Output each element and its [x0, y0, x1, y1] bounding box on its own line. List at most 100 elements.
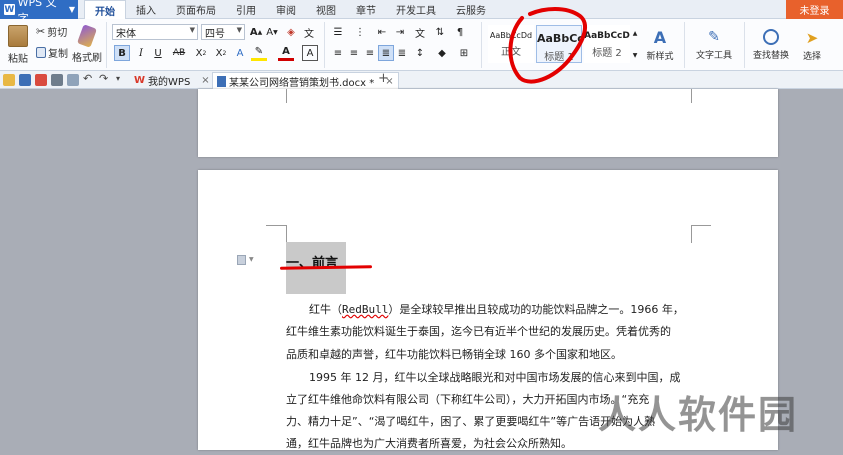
text-tools-icon: ✎: [708, 29, 720, 45]
margin-mark: [286, 225, 287, 243]
tab-home[interactable]: 开始: [84, 0, 126, 20]
font-name-value: 宋体: [116, 28, 136, 40]
sort-icon[interactable]: ⇅: [432, 24, 448, 40]
doc-tab-label: 某某公司网络营销策划书.docx *: [229, 77, 375, 89]
margin-mark: [691, 89, 692, 103]
justify-icon[interactable]: ≣: [378, 45, 394, 61]
clear-format-icon[interactable]: ◈: [283, 24, 299, 40]
underline-button[interactable]: U: [150, 45, 166, 61]
tab-developer[interactable]: 开发工具: [386, 0, 446, 19]
body-line: 通，红牛品牌也为广大消费者所喜爱，为社会公众所熟知。: [286, 437, 572, 450]
margin-mark: [286, 89, 287, 103]
close-icon[interactable]: ×: [201, 75, 209, 86]
cursor-arrow-icon: ➤: [805, 28, 819, 47]
tab-page-layout[interactable]: 页面布局: [166, 0, 226, 19]
paste-icon: [8, 25, 28, 47]
watermark: 人人软件园: [598, 393, 799, 437]
doc-tab-mywps[interactable]: W 我的WPS ×: [130, 72, 214, 89]
strikethrough-button[interactable]: AB: [168, 45, 190, 61]
line-spacing-icon[interactable]: ↕: [412, 45, 428, 61]
subscript-button[interactable]: X2: [213, 45, 229, 61]
divider: [684, 22, 685, 68]
customize-quickbar-icon[interactable]: ▾: [116, 74, 128, 86]
italic-button[interactable]: I: [133, 45, 149, 61]
login-button[interactable]: 未登录: [786, 0, 843, 19]
tab-insert[interactable]: 插入: [126, 0, 166, 19]
page-previous: [198, 89, 778, 157]
tab-cloud[interactable]: 云服务: [446, 0, 496, 19]
title-bar: W WPS 文字 ▼ 开始 插入 页面布局 引用 审阅 视图 章节 开发工具 云…: [0, 0, 843, 25]
cut-button[interactable]: ✂ 剪切: [36, 24, 67, 39]
new-style-button[interactable]: A 新样式: [641, 23, 679, 67]
redo-icon[interactable]: ↷: [99, 72, 111, 85]
align-left-icon[interactable]: ≡: [330, 45, 346, 61]
paragraph-handle-icon[interactable]: [237, 255, 246, 265]
tab-chapter[interactable]: 章节: [346, 0, 386, 19]
new-tab-icon[interactable]: +: [378, 71, 390, 86]
superscript-button[interactable]: X2: [193, 45, 209, 61]
divider: [744, 22, 745, 68]
tab-view[interactable]: 视图: [306, 0, 346, 19]
format-painter-button[interactable]: 格式刷: [72, 23, 102, 67]
save-icon[interactable]: [19, 74, 31, 86]
decrease-indent-icon[interactable]: ⇤: [374, 24, 390, 40]
text-run: 红牛（: [309, 303, 342, 316]
doc-tab-active[interactable]: 某某公司网络营销策划书.docx * ×: [212, 72, 399, 89]
font-size-select[interactable]: 四号 ▼: [201, 24, 245, 40]
align-center-icon[interactable]: ≡: [346, 45, 362, 61]
scissors-icon: ✂: [36, 24, 46, 38]
copy-button[interactable]: 复制: [36, 45, 68, 60]
quick-access-bar: ↶ ↷ ▾ W 我的WPS × 某某公司网络营销策划书.docx * × +: [0, 71, 843, 89]
body-line: 红牛维生素功能饮料诞生于泰国，迄今已有近半个世纪的发展历史。凭着优秀的: [286, 325, 671, 338]
select-button[interactable]: ➤ 选择: [796, 23, 828, 67]
font-effect-icon[interactable]: A: [232, 45, 248, 61]
increase-indent-icon[interactable]: ⇥: [392, 24, 408, 40]
font-name-select[interactable]: 宋体 ▼: [112, 24, 198, 40]
copy-label: 复制: [48, 48, 68, 60]
text-run: ）是全球较早推出且较成功的功能饮料品牌之一。1966 年，: [388, 303, 684, 316]
styles-more-icon[interactable]: ▼: [631, 47, 639, 63]
app-menu-button[interactable]: W WPS 文字 ▼: [0, 0, 78, 25]
text-tools-button[interactable]: ✎ 文字工具: [690, 23, 738, 67]
styles-scroll-up-icon[interactable]: ▲: [631, 25, 639, 41]
show-marks-icon[interactable]: ¶: [452, 24, 468, 40]
menu-tabs: 开始 插入 页面布局 引用 审阅 视图 章节 开发工具 云服务: [84, 0, 496, 20]
chevron-down-icon: ▼: [68, 5, 75, 14]
text-tools-label: 文字工具: [695, 51, 732, 61]
grow-font-button[interactable]: A ▲: [248, 24, 264, 40]
select-label: 选择: [802, 51, 821, 62]
distributed-icon[interactable]: ≣: [394, 45, 410, 61]
print-icon[interactable]: [51, 74, 63, 86]
magnifier-icon: [763, 29, 779, 45]
numbering-icon[interactable]: ⋮: [352, 24, 368, 40]
font-size-value: 四号: [205, 28, 225, 40]
bold-button[interactable]: B: [114, 45, 130, 61]
phonetic-guide-icon[interactable]: 文: [301, 24, 317, 40]
font-color-icon[interactable]: A: [278, 45, 294, 61]
divider: [106, 22, 107, 68]
body-line: 红牛（RedBull）是全球较早推出且较成功的功能饮料品牌之一。1966 年，: [309, 298, 684, 321]
misspelled-word: RedBull: [342, 303, 389, 316]
new-style-icon: A: [653, 28, 667, 47]
shading-icon[interactable]: ◆: [434, 45, 450, 61]
find-replace-button[interactable]: 查找替换: [748, 23, 794, 67]
divider: [324, 22, 325, 68]
tab-references[interactable]: 引用: [226, 0, 266, 19]
highlight-icon[interactable]: ✎: [251, 45, 267, 61]
annotation-circle-stroke: [508, 7, 588, 84]
margin-mark: [266, 225, 286, 226]
chinese-layout-icon[interactable]: 文: [412, 24, 428, 40]
paste-button[interactable]: 粘贴: [4, 23, 32, 67]
export-pdf-icon[interactable]: [35, 74, 47, 86]
shrink-font-button[interactable]: A ▼: [264, 24, 280, 40]
print-preview-icon[interactable]: [67, 74, 79, 86]
ribbon: 粘贴 ✂ 剪切 复制 格式刷 宋体 ▼ 四号 ▼ A ▲ A ▼ ◈ 文 B I U…: [0, 19, 843, 71]
margin-mark: [691, 225, 692, 243]
tab-review[interactable]: 审阅: [266, 0, 306, 19]
bullets-icon[interactable]: ☰: [330, 24, 346, 40]
undo-icon[interactable]: ↶: [83, 72, 95, 85]
borders-icon[interactable]: ⊞: [456, 45, 472, 61]
align-right-icon[interactable]: ≡: [362, 45, 378, 61]
open-folder-icon[interactable]: [3, 74, 15, 86]
char-border-icon[interactable]: A: [302, 45, 318, 61]
